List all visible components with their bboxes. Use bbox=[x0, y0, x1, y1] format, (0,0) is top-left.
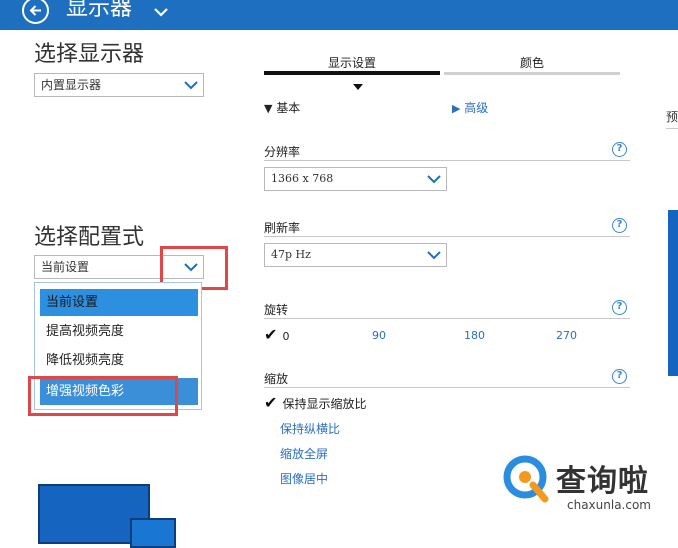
display-select-value: 内置显示器 bbox=[41, 78, 102, 92]
rotation-option-0[interactable]: ✔ 0 bbox=[264, 325, 290, 344]
select-profile-heading: 选择配置式 bbox=[34, 225, 145, 250]
resolution-value: 1366 x 768 bbox=[271, 172, 334, 185]
title-chevron-down-icon[interactable] bbox=[154, 2, 168, 21]
preview-label: 预 bbox=[666, 110, 678, 124]
chevron-down-icon bbox=[184, 81, 198, 90]
check-icon: ✔ bbox=[264, 393, 278, 412]
profile-option[interactable]: 降低视频亮度 bbox=[40, 347, 198, 374]
scaling-option-selected[interactable]: ✔ 保持显示缩放比 bbox=[264, 393, 367, 412]
divider bbox=[264, 387, 630, 388]
preview-monitor bbox=[668, 210, 678, 376]
scaling-option[interactable]: 图像居中 bbox=[280, 470, 328, 487]
divider bbox=[264, 318, 630, 319]
watermark-url: chaxunla.com bbox=[567, 498, 651, 512]
help-icon[interactable]: ? bbox=[612, 300, 627, 315]
help-icon[interactable]: ? bbox=[612, 369, 627, 384]
monitor-icon bbox=[38, 484, 176, 548]
divider bbox=[264, 236, 630, 237]
rotation-label: 旋转 bbox=[264, 303, 289, 317]
tab-color[interactable]: 颜色 bbox=[520, 54, 544, 71]
refresh-value: 47p Hz bbox=[271, 248, 311, 261]
annotation-box-option bbox=[28, 376, 178, 416]
back-arrow-icon bbox=[29, 5, 41, 16]
profile-option[interactable]: 提高视频亮度 bbox=[40, 318, 198, 345]
rotation-option-label: 0 bbox=[282, 330, 290, 343]
active-tab-indicator bbox=[264, 71, 440, 75]
tab-underline bbox=[444, 72, 620, 75]
scaling-selected-label: 保持显示缩放比 bbox=[282, 397, 367, 411]
help-icon[interactable]: ? bbox=[612, 142, 627, 157]
refresh-label: 刷新率 bbox=[264, 221, 301, 235]
select-display-heading: 选择显示器 bbox=[34, 42, 145, 67]
mode-advanced-label: 高级 bbox=[464, 101, 489, 115]
scaling-option[interactable]: 保持纵横比 bbox=[280, 420, 340, 437]
check-icon: ✔ bbox=[264, 325, 278, 344]
page-title: 显示器 bbox=[66, 0, 133, 21]
mode-advanced[interactable]: ▶ 高级 bbox=[452, 99, 488, 116]
triangle-down-icon: ▼ bbox=[264, 102, 273, 115]
mode-basic[interactable]: ▼ 基本 bbox=[264, 99, 300, 116]
chevron-down-icon bbox=[427, 251, 441, 260]
triangle-right-icon: ▶ bbox=[452, 102, 461, 115]
rotation-option-180[interactable]: 180 bbox=[464, 329, 485, 342]
chevron-down-icon bbox=[427, 175, 441, 184]
display-select[interactable]: 内置显示器 bbox=[34, 73, 204, 97]
rotation-option-90[interactable]: 90 bbox=[372, 329, 386, 342]
tab-pointer-icon bbox=[353, 75, 363, 94]
watermark-text: 查询啦 bbox=[556, 464, 649, 499]
resolution-label: 分辨率 bbox=[264, 145, 301, 159]
profile-option[interactable]: 当前设置 bbox=[40, 289, 198, 316]
rotation-option-270[interactable]: 270 bbox=[556, 329, 577, 342]
resolution-select[interactable]: 1366 x 768 bbox=[264, 167, 447, 191]
scaling-label: 缩放 bbox=[264, 372, 289, 386]
profile-select-value: 当前设置 bbox=[41, 260, 90, 274]
mode-basic-label: 基本 bbox=[276, 101, 301, 115]
help-icon[interactable]: ? bbox=[612, 218, 627, 233]
scaling-option[interactable]: 缩放全屏 bbox=[280, 445, 328, 462]
tab-display-settings[interactable]: 显示设置 bbox=[328, 54, 376, 71]
preview-rule bbox=[666, 128, 678, 129]
divider bbox=[264, 160, 630, 161]
refresh-select[interactable]: 47p Hz bbox=[264, 243, 447, 267]
watermark-logo-icon bbox=[503, 455, 551, 503]
